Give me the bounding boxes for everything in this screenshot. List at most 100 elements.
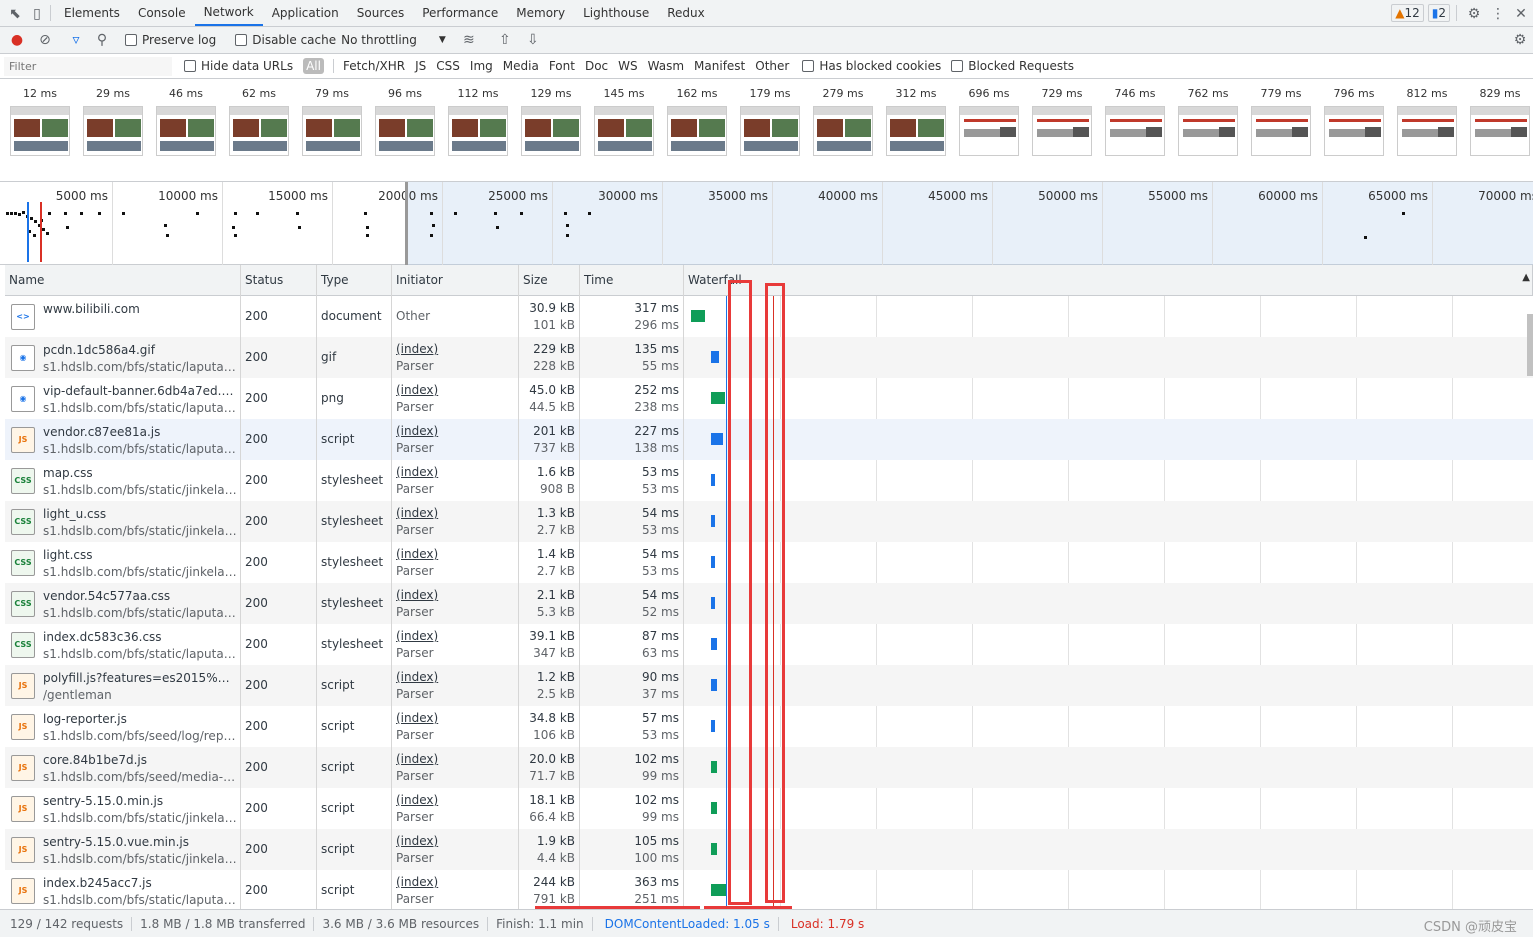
filter-type-js[interactable]: JS: [415, 59, 426, 73]
filmstrip-frame[interactable]: 96 ms: [372, 87, 438, 156]
overview-drag-handle[interactable]: [405, 182, 408, 265]
column-header-type[interactable]: Type: [317, 265, 392, 296]
checkbox-box[interactable]: [951, 60, 964, 72]
initiator-link[interactable]: (index): [396, 342, 438, 356]
waterfall-bar[interactable]: [711, 720, 715, 732]
filter-type-css[interactable]: CSS: [436, 59, 460, 73]
tab-elements[interactable]: Elements: [55, 0, 129, 26]
waterfall-bar[interactable]: [711, 884, 727, 896]
column-header-time[interactable]: Time: [580, 265, 684, 296]
filmstrip-frame[interactable]: 812 ms: [1394, 87, 1460, 156]
filter-type-fetchxhr[interactable]: Fetch/XHR: [343, 59, 405, 73]
waterfall-bar[interactable]: [711, 433, 723, 445]
tab-application[interactable]: Application: [263, 0, 348, 26]
close-icon[interactable]: ✕: [1509, 0, 1533, 27]
throttling-select[interactable]: No throttling ▼: [341, 33, 446, 47]
filmstrip-frame[interactable]: 112 ms: [445, 87, 511, 156]
filter-type-manifest[interactable]: Manifest: [694, 59, 745, 73]
initiator-link[interactable]: (index): [396, 875, 438, 889]
filmstrip-frame[interactable]: 796 ms: [1321, 87, 1387, 156]
warnings-badge[interactable]: ▲ 12: [1391, 4, 1424, 22]
filmstrip-frame[interactable]: 12 ms: [7, 87, 73, 156]
settings-icon[interactable]: ⚙: [1461, 0, 1487, 27]
initiator-link[interactable]: (index): [396, 547, 438, 561]
device-toolbar-icon[interactable]: ▯: [28, 0, 46, 27]
filter-type-doc[interactable]: Doc: [585, 59, 608, 73]
tab-lighthouse[interactable]: Lighthouse: [574, 0, 658, 26]
checkbox-box[interactable]: [184, 60, 196, 72]
filmstrip-frame[interactable]: 62 ms: [226, 87, 292, 156]
hide-data-urls-checkbox[interactable]: Hide data URLs: [184, 59, 293, 73]
filter-type-img[interactable]: Img: [470, 59, 493, 73]
waterfall-bar[interactable]: [711, 556, 715, 568]
tab-network[interactable]: Network: [194, 0, 263, 26]
initiator-link[interactable]: (index): [396, 465, 438, 479]
initiator-link[interactable]: (index): [396, 424, 438, 438]
import-har-icon[interactable]: ⇧: [496, 27, 514, 54]
waterfall-bar[interactable]: [691, 310, 705, 322]
filmstrip-frame[interactable]: 29 ms: [80, 87, 146, 156]
initiator-link[interactable]: (index): [396, 629, 438, 643]
column-header-size[interactable]: Size: [519, 265, 580, 296]
waterfall-bar[interactable]: [711, 679, 717, 691]
filmstrip-frame[interactable]: 696 ms: [956, 87, 1022, 156]
initiator-link[interactable]: (index): [396, 834, 438, 848]
filmstrip-frame[interactable]: 46 ms: [153, 87, 219, 156]
waterfall-bar[interactable]: [711, 515, 715, 527]
checkbox-box[interactable]: [802, 60, 815, 72]
filmstrip-frame[interactable]: 746 ms: [1102, 87, 1168, 156]
filmstrip-frame[interactable]: 162 ms: [664, 87, 730, 156]
clear-icon[interactable]: ⊘: [36, 27, 54, 54]
filter-type-media[interactable]: Media: [503, 59, 539, 73]
initiator-link[interactable]: (index): [396, 711, 438, 725]
filmstrip-frame[interactable]: 279 ms: [810, 87, 876, 156]
column-header-name[interactable]: Name: [5, 265, 241, 296]
filter-type-all[interactable]: All: [303, 58, 324, 74]
tab-sources[interactable]: Sources: [348, 0, 413, 26]
more-options-icon[interactable]: ⋮: [1487, 0, 1509, 27]
filmstrip-frame[interactable]: 779 ms: [1248, 87, 1314, 156]
initiator-link[interactable]: (index): [396, 588, 438, 602]
tab-performance[interactable]: Performance: [413, 0, 507, 26]
export-har-icon[interactable]: ⇩: [524, 27, 542, 54]
waterfall-bar[interactable]: [711, 597, 715, 609]
tab-console[interactable]: Console: [129, 0, 195, 26]
scrollbar-thumb[interactable]: [1527, 314, 1533, 376]
filmstrip-frame[interactable]: 179 ms: [737, 87, 803, 156]
filmstrip-frame[interactable]: 729 ms: [1029, 87, 1095, 156]
timeline-overview[interactable]: 5000 ms 10000 ms 15000 ms 20000 ms 25000 ms 3…: [0, 182, 1533, 265]
search-icon[interactable]: ⚲: [93, 27, 111, 54]
column-header-waterfall[interactable]: Waterfall: [684, 265, 1533, 296]
filter-type-other[interactable]: Other: [755, 59, 789, 73]
messages-badge[interactable]: ▮ 2: [1427, 4, 1450, 22]
filter-input[interactable]: [4, 56, 172, 76]
record-icon[interactable]: ●: [8, 27, 26, 54]
filmstrip-frame[interactable]: 829 ms: [1467, 87, 1533, 156]
filter-type-wasm[interactable]: Wasm: [648, 59, 684, 73]
initiator-link[interactable]: (index): [396, 506, 438, 520]
waterfall-bar[interactable]: [711, 474, 715, 486]
network-conditions-icon[interactable]: ≋: [457, 27, 481, 54]
initiator-link[interactable]: (index): [396, 670, 438, 684]
column-header-status[interactable]: Status: [241, 265, 317, 296]
waterfall-bar[interactable]: [711, 351, 719, 363]
table-scrollbar[interactable]: [1527, 296, 1533, 910]
filter-type-font[interactable]: Font: [549, 59, 575, 73]
filmstrip-frame[interactable]: 762 ms: [1175, 87, 1241, 156]
initiator-link[interactable]: (index): [396, 793, 438, 807]
network-settings-icon[interactable]: ⚙: [1507, 27, 1533, 54]
disable-cache-checkbox[interactable]: Disable cache: [235, 33, 336, 47]
checkbox-box[interactable]: [125, 34, 137, 46]
preserve-log-checkbox[interactable]: Preserve log: [125, 33, 216, 47]
blocked-requests-checkbox[interactable]: Blocked Requests: [951, 59, 1074, 73]
column-header-initiator[interactable]: Initiator: [392, 265, 519, 296]
filmstrip-frame[interactable]: 145 ms: [591, 87, 657, 156]
filmstrip-frame[interactable]: 79 ms: [299, 87, 365, 156]
waterfall-bar[interactable]: [711, 761, 717, 773]
has-blocked-cookies-checkbox[interactable]: Has blocked cookies: [802, 59, 941, 73]
tab-memory[interactable]: Memory: [507, 0, 574, 26]
filter-type-ws[interactable]: WS: [618, 59, 637, 73]
filmstrip-frame[interactable]: 312 ms: [883, 87, 949, 156]
initiator-link[interactable]: (index): [396, 383, 438, 397]
checkbox-box[interactable]: [235, 34, 248, 46]
